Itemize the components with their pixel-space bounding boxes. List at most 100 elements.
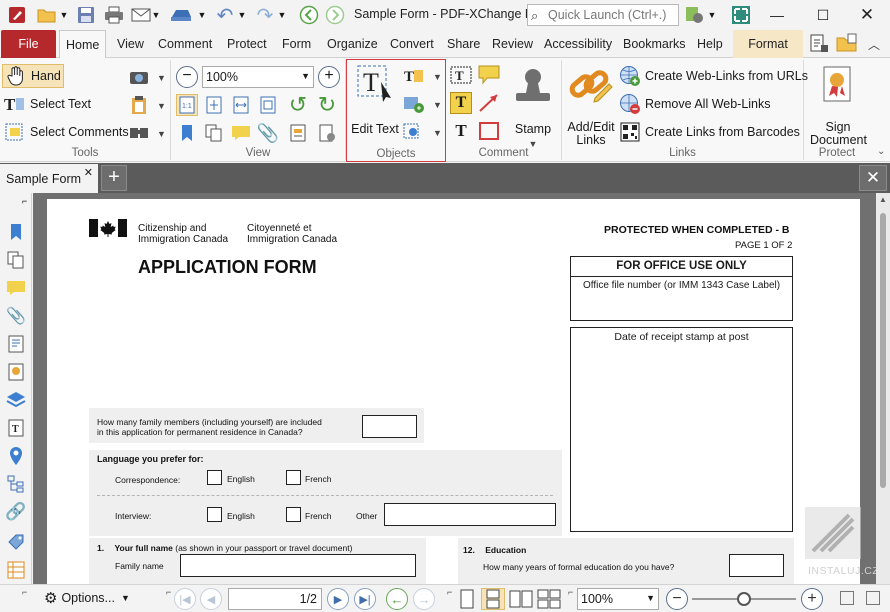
add-text-dropdown-icon[interactable]: ▼ (433, 72, 442, 82)
structure-icon[interactable] (5, 473, 27, 495)
minimize-button[interactable]: — (754, 0, 800, 30)
collapse-ribbon-icon[interactable]: ︿ (868, 36, 880, 53)
zoom-slider-thumb[interactable] (737, 592, 751, 606)
hand-tool-button[interactable]: Hand (2, 64, 64, 88)
redo-icon[interactable]: ↷ (254, 4, 276, 27)
facing-pages-icon[interactable] (509, 589, 533, 609)
status-zoom-combo[interactable]: 100% ▼ (577, 588, 659, 610)
select-text-button[interactable]: T Select Text (2, 92, 91, 116)
layout-toggle-icon[interactable]: ⌐ (447, 587, 452, 597)
document-viewport[interactable]: Citizenship and Immigration Canada Citoy… (33, 193, 876, 584)
quick-tools-icon[interactable] (808, 33, 832, 55)
last-page-button[interactable]: ▶| (354, 588, 376, 610)
tab-bookmarks[interactable]: Bookmarks (617, 30, 692, 58)
forward-icon[interactable] (324, 4, 346, 26)
open-dropdown-icon[interactable]: ▼ (58, 4, 70, 26)
rectangle-tool-icon[interactable] (478, 120, 500, 142)
zoom-in-button[interactable]: + (318, 66, 340, 88)
tab-protect[interactable]: Protect (221, 30, 273, 58)
interview-english-checkbox[interactable] (207, 507, 222, 522)
save-icon[interactable] (75, 4, 97, 26)
arrow-tool-icon[interactable] (478, 92, 500, 114)
articles-icon[interactable]: T (5, 417, 27, 439)
next-page-button[interactable]: ▶ (327, 588, 349, 610)
scan-dropdown-icon[interactable]: ▼ (196, 4, 208, 26)
email-dropdown-icon[interactable]: ▼ (150, 4, 162, 26)
comments-icon[interactable] (5, 277, 27, 299)
fit-width-icon[interactable] (230, 94, 252, 116)
signatures-icon[interactable] (5, 361, 27, 383)
close-tab-icon[interactable]: ✕ (84, 166, 93, 179)
rotate-left-icon[interactable]: ↺ (287, 92, 309, 117)
zoom-out-button[interactable]: − (176, 66, 198, 88)
attachments-icon[interactable]: 📎 (5, 305, 27, 327)
family-members-field[interactable] (362, 415, 417, 438)
family-name-field[interactable] (180, 554, 416, 577)
nav-toggle-icon[interactable]: ⌐ (166, 587, 171, 597)
comments-panel-icon[interactable] (230, 122, 252, 144)
properties-panel-icon[interactable] (287, 122, 309, 144)
tab-review[interactable]: Review (486, 30, 539, 58)
facing-continuous-icon[interactable] (537, 589, 561, 609)
collapse-panel-icon[interactable]: ⌐ (22, 196, 27, 206)
scrollbar-thumb[interactable] (880, 213, 886, 488)
open-file-icon[interactable] (836, 33, 860, 55)
open-folder-icon[interactable] (36, 4, 58, 26)
sign-document-button[interactable]: Sign Document (810, 64, 867, 147)
close-window-button[interactable]: ✕ (844, 0, 890, 30)
bookmark-icon[interactable] (176, 122, 198, 144)
tab-accessibility[interactable]: Accessibility (538, 30, 618, 58)
interview-french-checkbox[interactable] (286, 507, 301, 522)
remove-web-links-button[interactable]: Remove All Web-Links (619, 92, 771, 116)
tab-help[interactable]: Help (691, 30, 729, 58)
add-image-icon[interactable] (403, 93, 425, 115)
page-number-field[interactable]: 1/2 (228, 588, 322, 610)
tab-comment[interactable]: Comment (152, 30, 218, 58)
select-comments-button[interactable]: Select Comments (2, 120, 129, 144)
email-icon[interactable] (130, 4, 152, 26)
next-view-button[interactable]: → (413, 588, 435, 610)
tab-file[interactable]: File (1, 30, 56, 58)
sticky-note-icon[interactable] (478, 64, 500, 86)
tab-convert[interactable]: Convert (384, 30, 440, 58)
create-web-links-button[interactable]: Create Web-Links from URLs (619, 64, 808, 88)
clipboard-dropdown-icon[interactable]: ▼ (157, 101, 166, 111)
scroll-up-icon[interactable]: ▲ (879, 195, 887, 204)
tab-share[interactable]: Share (441, 30, 486, 58)
ribbon-expand-icon[interactable]: ⌄ (877, 146, 885, 157)
create-barcode-links-button[interactable]: Create Links from Barcodes (619, 120, 800, 144)
clipboard-icon[interactable] (128, 94, 150, 116)
fullscreen-toggle-icon[interactable] (866, 591, 880, 605)
zoom-toggle-icon[interactable]: ⌐ (568, 587, 573, 597)
add-edit-links-button[interactable]: Add/Edit Links (564, 64, 618, 147)
fit-window-icon[interactable] (840, 591, 854, 605)
undo-icon[interactable]: ↶ (214, 4, 236, 27)
zoom-combo[interactable]: 100% ▼ (202, 66, 314, 88)
panel-toggle-icon[interactable]: ⌐ (22, 587, 27, 597)
close-document-button[interactable]: ✕ (859, 165, 887, 191)
undo-dropdown-icon[interactable]: ▼ (236, 4, 248, 26)
thumbnails-icon[interactable] (5, 249, 27, 271)
ui-options-dropdown-icon[interactable]: ▼ (706, 4, 718, 26)
tab-view[interactable]: View (111, 30, 150, 58)
options-button[interactable]: ⚙ Options... ▼ (44, 589, 130, 607)
highlight-text-icon[interactable]: T (450, 92, 472, 114)
tab-form[interactable]: Form (276, 30, 317, 58)
stamp-button[interactable]: Stamp ▼ (508, 64, 558, 151)
attachments-panel-icon[interactable]: 📎 (257, 122, 279, 144)
previous-view-button[interactable]: ← (386, 588, 408, 610)
ui-options-icon[interactable] (684, 4, 706, 26)
snapshot-dropdown-icon[interactable]: ▼ (157, 73, 166, 83)
pdf-page[interactable]: Citizenship and Immigration Canada Citoy… (47, 199, 860, 584)
edit-text-button[interactable]: T Edit Text (350, 62, 400, 136)
rotate-right-icon[interactable]: ↻ (316, 92, 338, 117)
interview-other-field[interactable] (384, 503, 556, 526)
status-zoom-out-button[interactable]: − (666, 588, 688, 610)
tab-format[interactable]: Format (733, 30, 803, 58)
bookmarks-icon[interactable] (5, 221, 27, 243)
redo-dropdown-icon[interactable]: ▼ (276, 4, 288, 26)
add-shape-dropdown-icon[interactable]: ▼ (433, 128, 442, 138)
print-icon[interactable] (103, 4, 125, 26)
snapshot-icon[interactable] (128, 66, 150, 88)
correspondence-english-checkbox[interactable] (207, 470, 222, 485)
